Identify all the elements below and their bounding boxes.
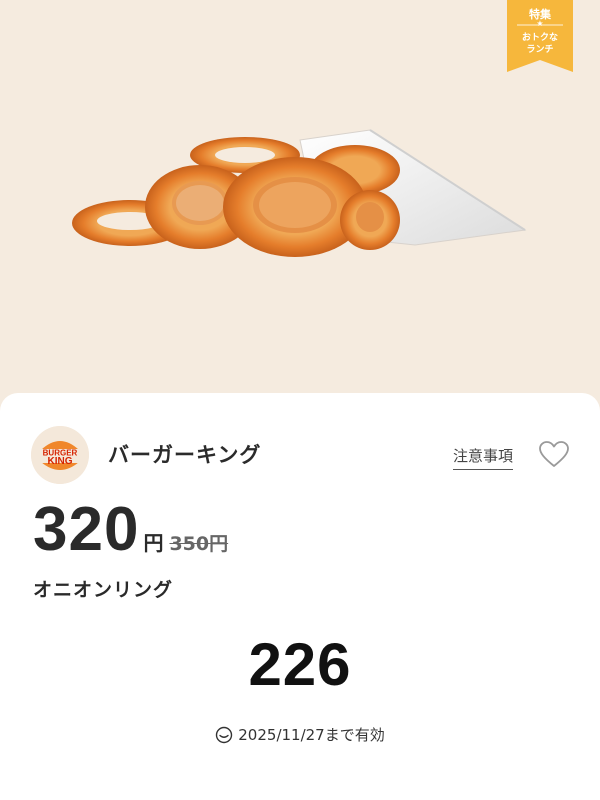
price-row: 320 円 350円 (33, 494, 228, 564)
feature-badge: 特集 ★ おトクな ランチ (507, 0, 573, 72)
validity-row: 2025/11/27まで有効 (0, 724, 600, 745)
coupon-code: 226 (248, 631, 352, 698)
burger-king-logo: BURGER KING (31, 426, 89, 484)
heart-icon (539, 441, 569, 467)
badge-line2: ランチ (526, 45, 554, 55)
logo-text-bottom: KING (48, 456, 73, 467)
current-price: 320 (33, 495, 140, 564)
price-unit: 円 (143, 531, 164, 555)
badge-star-icon: ★ (536, 19, 544, 28)
clock-icon (216, 726, 233, 744)
notes-link[interactable]: 注意事項 (453, 445, 514, 470)
coupon-page: 特集 ★ おトクな ランチ BURGER KING バーガーキング 注意事項 3… (0, 0, 600, 800)
validity-text: 2025/11/27まで有効 (238, 726, 385, 744)
favorite-button[interactable] (538, 440, 570, 468)
original-price: 350円 (169, 533, 229, 555)
coupon-card: BURGER KING バーガーキング 注意事項 320 円 350円 オニオンリン… (0, 393, 600, 800)
onion-rings-image (72, 129, 527, 257)
logo-mark: BURGER KING (31, 426, 89, 484)
store-name: バーガーキング (108, 443, 262, 467)
hero-section: 特集 ★ おトクな ランチ (0, 0, 600, 400)
item-name: オニオンリング (33, 579, 174, 601)
